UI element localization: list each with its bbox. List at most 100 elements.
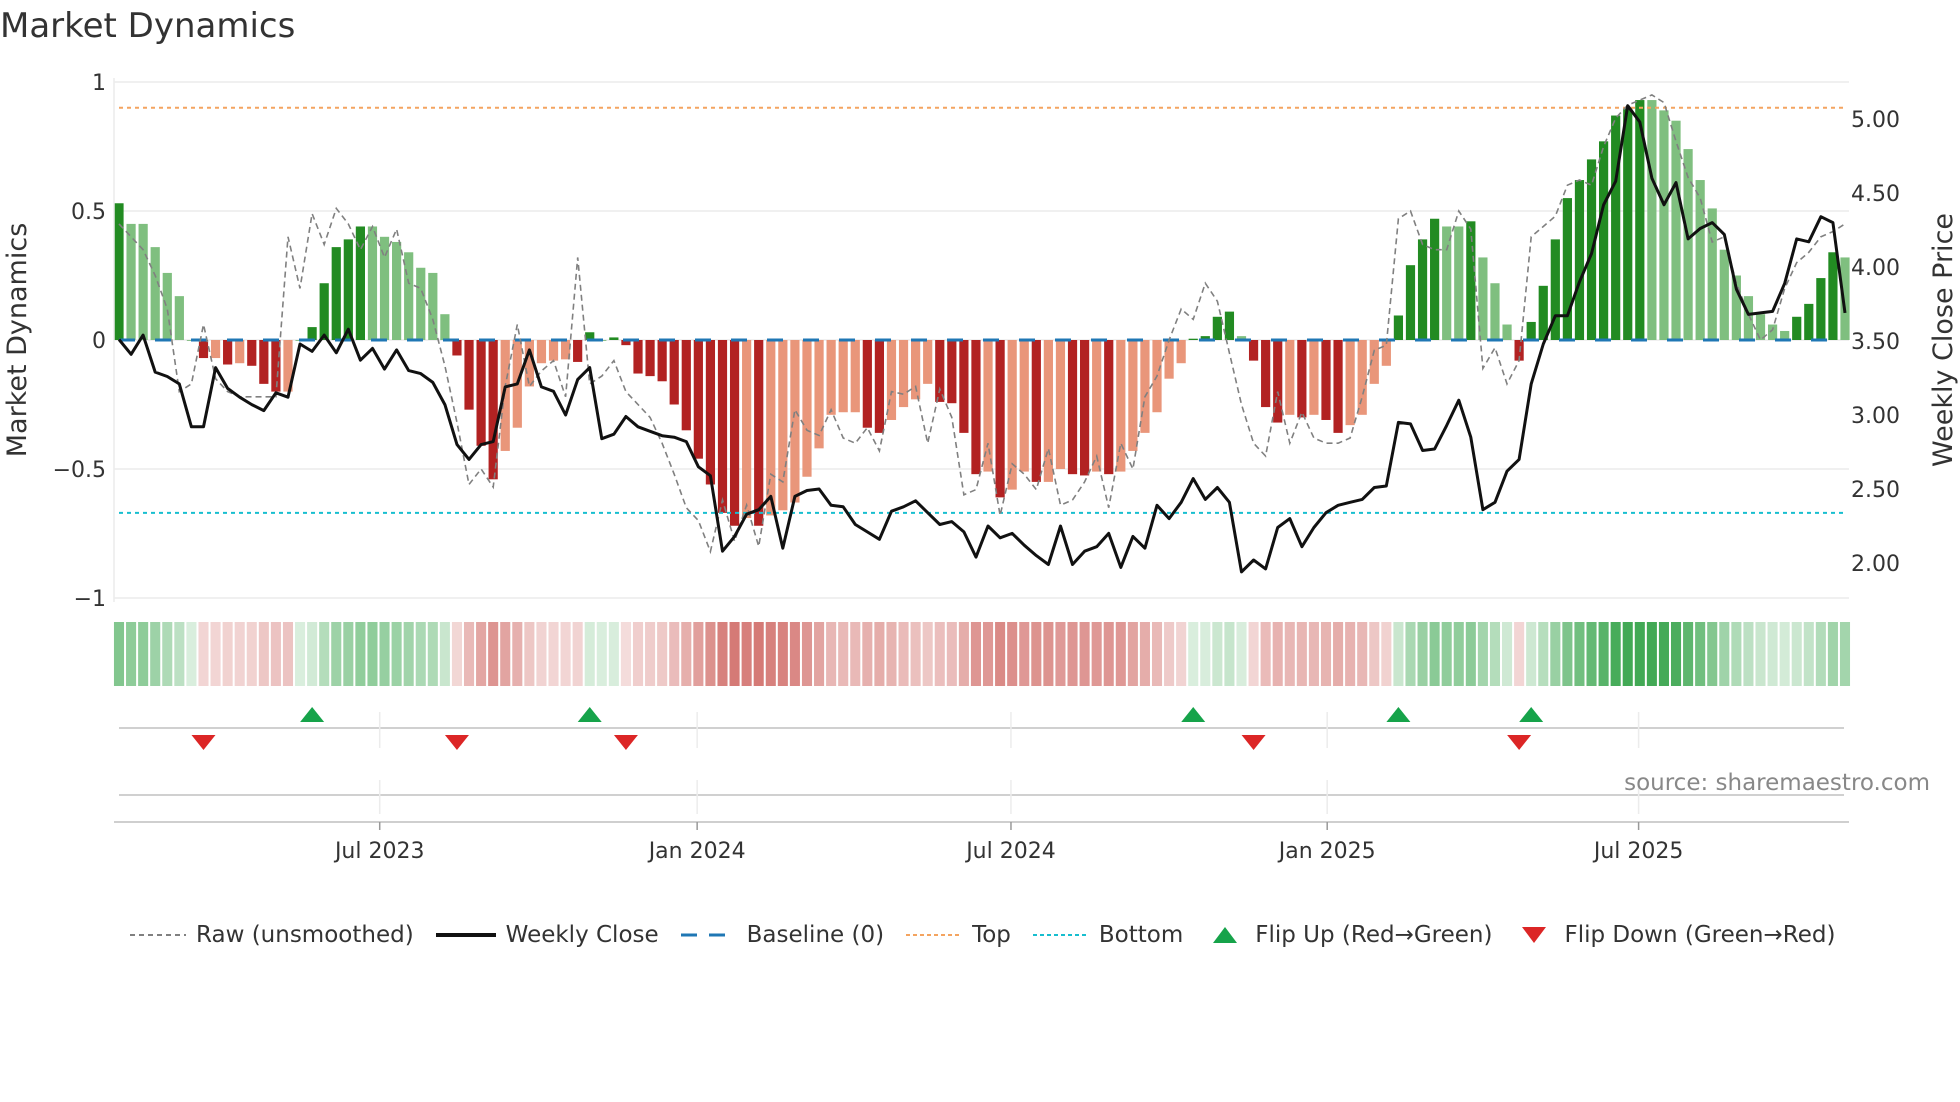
- heat-strip-cell: [729, 622, 740, 686]
- dynamics-bar: [476, 340, 486, 446]
- heat-strip-cell: [1164, 622, 1175, 686]
- heat-strip-cell: [270, 622, 281, 686]
- dynamics-bar: [343, 239, 353, 340]
- dynamics-bar: [657, 340, 667, 382]
- dynamics-bar: [1104, 340, 1114, 475]
- heat-strip-cell: [222, 622, 233, 686]
- heat-strip-cell: [1803, 622, 1814, 686]
- dynamics-bar: [609, 337, 619, 340]
- dynamics-bar: [1502, 324, 1512, 340]
- dynamics-bar: [645, 340, 655, 377]
- dynamics-bar: [1647, 100, 1657, 340]
- heat-strip-cell: [1477, 622, 1488, 686]
- dynamics-bar: [983, 340, 993, 472]
- heat-strip-cell: [331, 622, 342, 686]
- dynamics-bar: [379, 236, 390, 340]
- heat-strip-cell: [355, 622, 366, 686]
- dynamics-bar: [1345, 340, 1355, 426]
- dynamics-bar: [1019, 340, 1029, 472]
- heat-strip-cell: [1043, 622, 1054, 686]
- heat-strip-cell: [753, 622, 764, 686]
- heat-strip-cell: [814, 622, 825, 686]
- heat-strip-cell: [681, 622, 692, 686]
- heat-strip-cell: [198, 622, 209, 686]
- heat-strip-cell: [1465, 622, 1476, 686]
- dynamics-bar: [223, 340, 233, 365]
- heat-strip-cell: [1079, 622, 1090, 686]
- series-lines: [117, 93, 1847, 574]
- heat-strip-cell: [1357, 622, 1368, 686]
- legend-item-close: Weekly Close: [435, 922, 659, 948]
- heat-strip-cell: [1731, 622, 1742, 686]
- y-tick-label: −0.5: [53, 458, 106, 483]
- x-tick-label: Jul 2023: [333, 839, 425, 864]
- dynamics-bar: [717, 340, 728, 513]
- heat-strip-cell: [693, 622, 704, 686]
- dynamics-bar: [150, 247, 160, 340]
- heat-strip-cell: [234, 622, 245, 686]
- dynamics-bar: [1405, 265, 1416, 340]
- y-right-tick-label: 5.00: [1851, 108, 1900, 133]
- legend-label-baseline: Baseline (0): [746, 922, 885, 948]
- dynamics-bar: [1188, 338, 1198, 340]
- heat-strip-cell: [874, 622, 885, 686]
- heat-strip-cell: [439, 622, 450, 686]
- flip-down-marker: [444, 735, 469, 750]
- dynamics-bar: [826, 340, 836, 415]
- dynamics-bar: [874, 340, 885, 433]
- dynamics-bar: [911, 340, 921, 400]
- dynamics-bar: [1719, 249, 1729, 340]
- dashed-line-icon: [130, 934, 186, 936]
- legend-label-close: Weekly Close: [505, 922, 659, 948]
- dynamics-bar: [319, 283, 329, 340]
- heat-strip-cell: [1296, 622, 1307, 686]
- heat-strip-cell: [391, 622, 402, 686]
- heat-strip-cell: [1670, 622, 1682, 686]
- dynamics-bar: [440, 314, 450, 340]
- y-tick-label: 1: [92, 71, 106, 96]
- heat-strip-cell: [1562, 622, 1573, 686]
- heat-strip-cell: [463, 622, 475, 686]
- dynamics-bar: [210, 340, 221, 359]
- dynamics-bar: [1623, 107, 1633, 340]
- dynamics-bar: [850, 340, 860, 413]
- heat-strip-cell: [922, 622, 933, 686]
- dynamics-bar: [1490, 283, 1500, 340]
- heat-strip-cell: [1719, 622, 1730, 686]
- dynamics-bar: [971, 340, 981, 475]
- heat-strip-cell: [403, 622, 414, 686]
- heat-strip-cell: [1815, 622, 1826, 686]
- heat-strip-cell: [1634, 622, 1645, 686]
- heat-strip-cell: [1019, 622, 1030, 686]
- heat-strip-cell: [1127, 622, 1138, 686]
- heat-strip-cell: [838, 622, 849, 686]
- heat-strip-cell: [427, 622, 438, 686]
- dynamics-bar: [1164, 340, 1174, 379]
- heat-strip-cell: [1224, 622, 1235, 686]
- dynamics-bar: [367, 226, 378, 340]
- y-right-tick-label: 4.50: [1851, 182, 1900, 207]
- heat-strip-cell: [1755, 622, 1766, 686]
- heat-strip-cell: [1791, 622, 1802, 686]
- heat-strip-cell: [765, 622, 776, 686]
- dynamics-bar: [416, 267, 426, 340]
- dynamics-bar: [1599, 141, 1609, 340]
- dynamics-bar: [404, 252, 414, 340]
- heat-strip-cell: [162, 622, 173, 686]
- heat-strip-cell: [632, 622, 644, 686]
- heat-strip-cell: [1308, 622, 1319, 686]
- dynamics-bar: [1538, 285, 1548, 340]
- heat-strip-cell: [1236, 622, 1247, 686]
- dynamics-bar: [681, 340, 691, 431]
- legend-label-bottom: Bottom: [1098, 922, 1184, 948]
- flip-markers: Jul 2023 Jan 2024 Jul 2024 Jan 2025 Jul 2025: [114, 707, 1849, 864]
- dynamics-bar: [235, 340, 245, 364]
- y-right-tick-label: 3.50: [1851, 330, 1900, 355]
- heat-strip-cell: [1320, 622, 1332, 686]
- dynamics-bar: [1333, 340, 1343, 433]
- legend-item-bottom: Bottom: [1032, 922, 1184, 948]
- heat-strip-cell: [1381, 622, 1392, 686]
- heat-strip-cell: [367, 622, 378, 686]
- heat-strip-cell: [669, 622, 680, 686]
- heat-strip-cell: [1658, 622, 1669, 686]
